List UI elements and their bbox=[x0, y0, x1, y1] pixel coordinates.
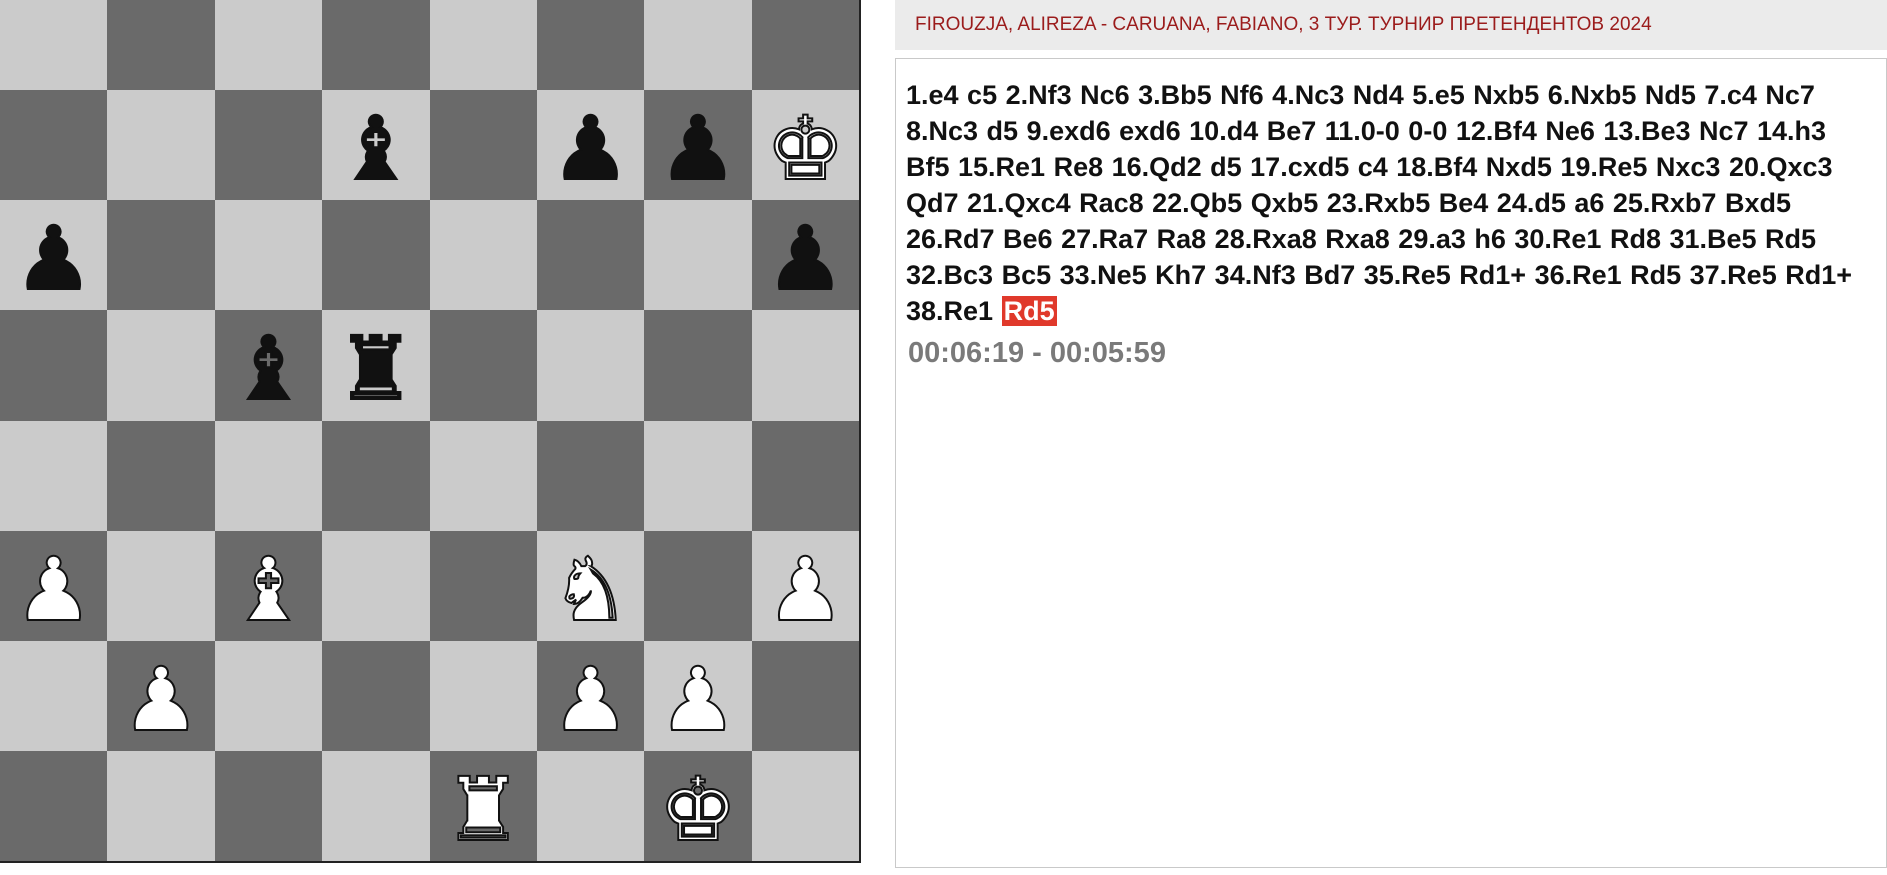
square-e2[interactable] bbox=[429, 640, 537, 751]
square-d2[interactable] bbox=[322, 640, 430, 751]
square-c6[interactable] bbox=[214, 200, 323, 311]
square-h4[interactable] bbox=[751, 420, 859, 531]
notation-panel: 1.e4 c5 2.Nf3 Nc6 3.Bb5 Nf6 4.Nc3 Nd4 5.… bbox=[895, 58, 1887, 868]
game-title: FIROUZJA, ALIREZA - CARUANA, FABIANO, 3 … bbox=[915, 14, 1652, 35]
square-d5[interactable]: ♜ bbox=[322, 310, 430, 421]
white-king-icon[interactable]: ♚ bbox=[657, 764, 738, 854]
black-rook-icon[interactable]: ♜ bbox=[335, 324, 416, 414]
white-pawn-icon[interactable]: ♟ bbox=[657, 654, 738, 744]
square-e7[interactable] bbox=[429, 90, 537, 201]
square-f6[interactable] bbox=[536, 200, 645, 311]
square-f5[interactable] bbox=[536, 310, 645, 421]
black-pawn-icon[interactable]: ♟ bbox=[657, 104, 738, 194]
square-h8[interactable] bbox=[751, 0, 859, 91]
square-b6[interactable] bbox=[107, 200, 215, 311]
square-d4[interactable] bbox=[322, 420, 430, 531]
square-c8[interactable] bbox=[214, 0, 323, 91]
square-a3[interactable]: ♟ bbox=[0, 530, 108, 641]
square-f4[interactable] bbox=[536, 420, 645, 531]
black-bishop-icon[interactable]: ♝ bbox=[228, 324, 309, 414]
square-c4[interactable] bbox=[214, 420, 323, 531]
square-d3[interactable] bbox=[322, 530, 430, 641]
square-b3[interactable] bbox=[107, 530, 215, 641]
square-b4[interactable] bbox=[107, 420, 215, 531]
black-pawn-icon[interactable]: ♟ bbox=[13, 214, 94, 304]
chess-viewer: ♝ ♟ ♟ ♚ ♟ ♟ ♝ ♜ ♟ ♝ ♞ ♟ ♟ ♟ ♟ ♜ ♚ FIROUZJA, ALIREZA - CA… bbox=[0, 0, 1887, 875]
square-e1[interactable]: ♜ bbox=[429, 750, 537, 861]
white-pawn-icon[interactable]: ♟ bbox=[550, 654, 631, 744]
square-h7[interactable]: ♚ bbox=[751, 90, 859, 201]
square-c1[interactable] bbox=[214, 750, 323, 861]
square-g3[interactable] bbox=[644, 530, 752, 641]
square-d7[interactable]: ♝ bbox=[322, 90, 430, 201]
move-list[interactable]: 1.e4 c5 2.Nf3 Nc6 3.Bb5 Nf6 4.Nc3 Nd4 5.… bbox=[906, 77, 1876, 329]
square-a5[interactable] bbox=[0, 310, 108, 421]
square-c3[interactable]: ♝ bbox=[214, 530, 323, 641]
square-f7[interactable]: ♟ bbox=[536, 90, 645, 201]
square-d6[interactable] bbox=[322, 200, 430, 311]
square-h1[interactable] bbox=[751, 750, 859, 861]
square-a6[interactable]: ♟ bbox=[0, 200, 108, 311]
black-pawn-icon[interactable]: ♟ bbox=[550, 104, 631, 194]
white-rook-icon[interactable]: ♜ bbox=[443, 764, 524, 854]
square-b2[interactable]: ♟ bbox=[107, 640, 215, 751]
square-c2[interactable] bbox=[214, 640, 323, 751]
square-h3[interactable]: ♟ bbox=[751, 530, 859, 641]
clock-readout: 00:06:19 - 00:05:59 bbox=[908, 337, 1166, 369]
white-bishop-icon[interactable]: ♝ bbox=[228, 544, 309, 634]
chess-board[interactable]: ♝ ♟ ♟ ♚ ♟ ♟ ♝ ♜ ♟ ♝ ♞ ♟ ♟ ♟ ♟ ♜ ♚ bbox=[0, 0, 861, 863]
white-pawn-icon[interactable]: ♟ bbox=[765, 544, 846, 634]
square-g4[interactable] bbox=[644, 420, 752, 531]
square-g7[interactable]: ♟ bbox=[644, 90, 752, 201]
square-b8[interactable] bbox=[107, 0, 215, 91]
black-bishop-icon[interactable]: ♝ bbox=[335, 104, 416, 194]
square-h6[interactable]: ♟ bbox=[751, 200, 859, 311]
square-c7[interactable] bbox=[214, 90, 323, 201]
game-title-bar: FIROUZJA, ALIREZA - CARUANA, FABIANO, 3 … bbox=[895, 0, 1887, 50]
square-e8[interactable] bbox=[429, 0, 537, 91]
square-e4[interactable] bbox=[429, 420, 537, 531]
square-d1[interactable] bbox=[322, 750, 430, 861]
square-a2[interactable] bbox=[0, 640, 108, 751]
white-knight-icon[interactable]: ♞ bbox=[550, 544, 631, 634]
square-g6[interactable] bbox=[644, 200, 752, 311]
white-king-icon[interactable]: ♚ bbox=[765, 104, 846, 194]
square-f3[interactable]: ♞ bbox=[536, 530, 645, 641]
white-pawn-icon[interactable]: ♟ bbox=[121, 654, 202, 744]
square-g8[interactable] bbox=[644, 0, 752, 91]
square-a8[interactable] bbox=[0, 0, 108, 91]
square-e5[interactable] bbox=[429, 310, 537, 421]
square-a7[interactable] bbox=[0, 90, 108, 201]
square-e6[interactable] bbox=[429, 200, 537, 311]
square-e3[interactable] bbox=[429, 530, 537, 641]
square-b7[interactable] bbox=[107, 90, 215, 201]
moves-text[interactable]: 1.e4 c5 2.Nf3 Nc6 3.Bb5 Nf6 4.Nc3 Nd4 5.… bbox=[906, 80, 1852, 326]
square-g5[interactable] bbox=[644, 310, 752, 421]
square-g1[interactable]: ♚ bbox=[644, 750, 752, 861]
square-g2[interactable]: ♟ bbox=[644, 640, 752, 751]
square-a1[interactable] bbox=[0, 750, 108, 861]
square-f8[interactable] bbox=[536, 0, 645, 91]
black-pawn-icon[interactable]: ♟ bbox=[765, 214, 846, 304]
square-c5[interactable]: ♝ bbox=[214, 310, 323, 421]
current-move[interactable]: Rd5 bbox=[1001, 296, 1057, 326]
square-f1[interactable] bbox=[536, 750, 645, 861]
square-a4[interactable] bbox=[0, 420, 108, 531]
square-d8[interactable] bbox=[322, 0, 430, 91]
square-h2[interactable] bbox=[751, 640, 859, 751]
square-b5[interactable] bbox=[107, 310, 215, 421]
white-pawn-icon[interactable]: ♟ bbox=[13, 544, 94, 634]
square-b1[interactable] bbox=[107, 750, 215, 861]
square-f2[interactable]: ♟ bbox=[536, 640, 645, 751]
square-h5[interactable] bbox=[751, 310, 859, 421]
